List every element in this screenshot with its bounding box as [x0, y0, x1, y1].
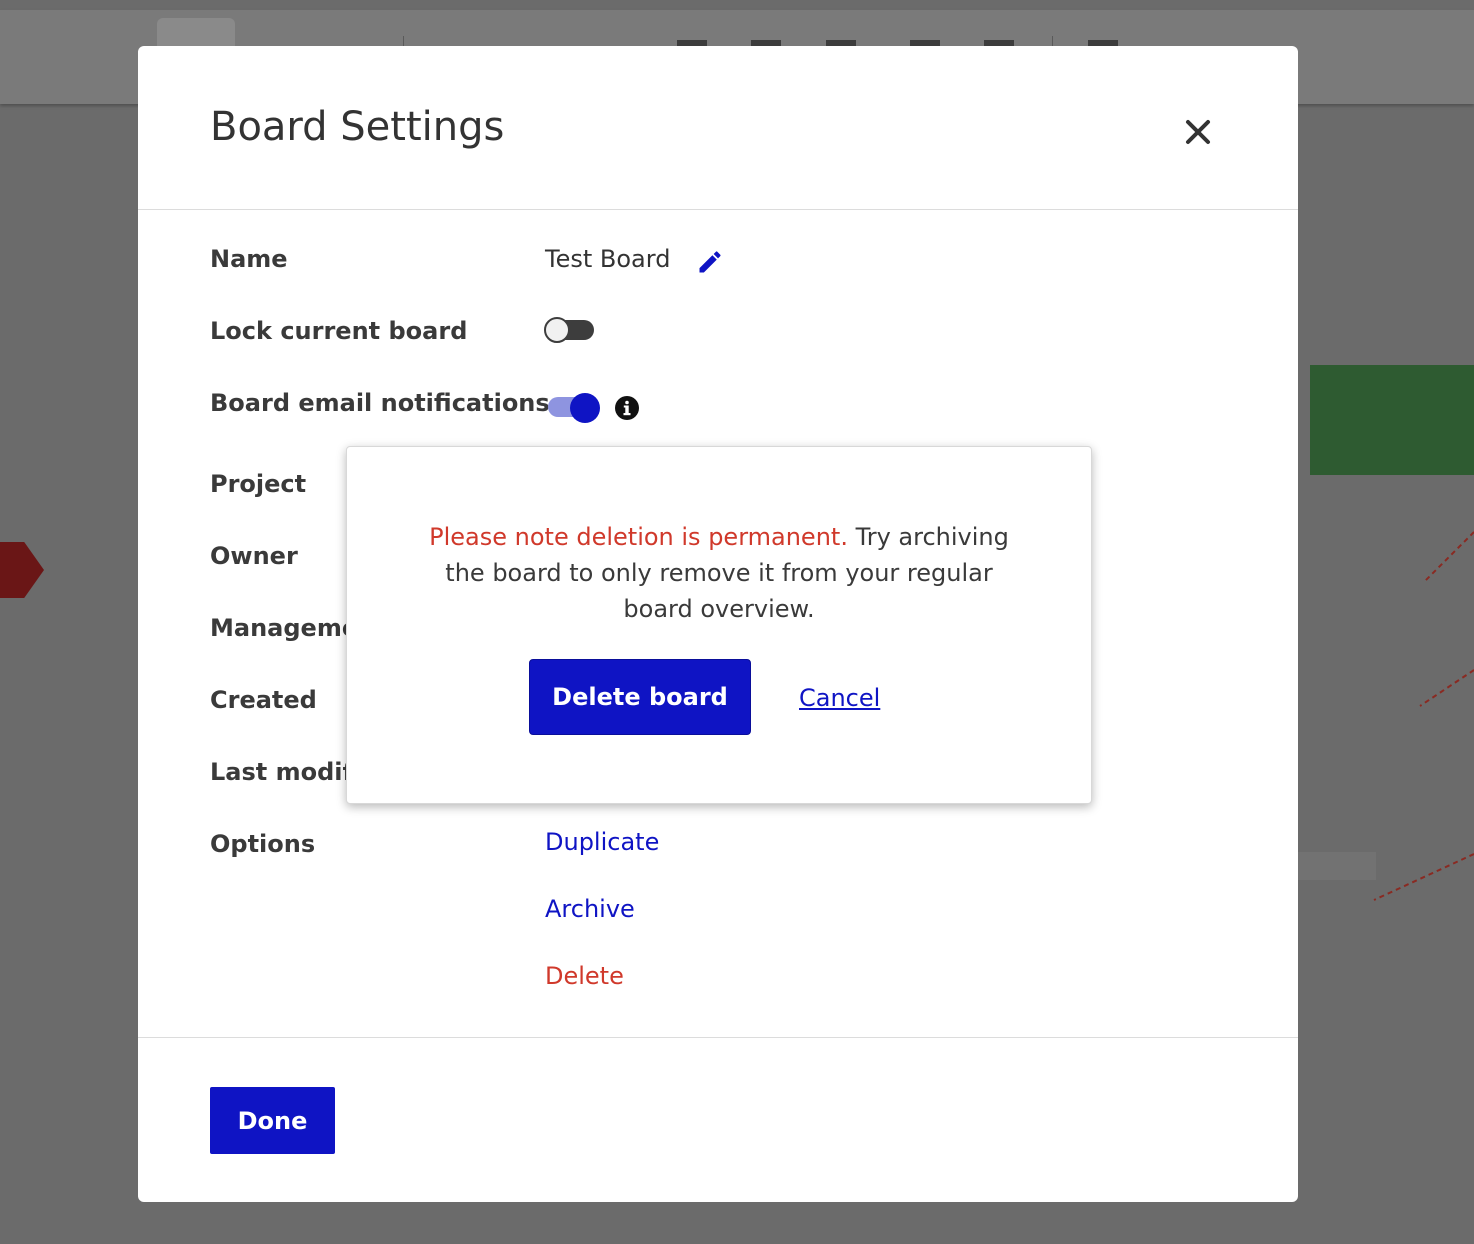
done-button[interactable]: Done [210, 1087, 335, 1154]
duplicate-link[interactable]: Duplicate [545, 827, 659, 857]
email-notifications-label: Board email notifications [210, 389, 550, 417]
board-name-value: Test Board [545, 245, 671, 273]
name-label: Name [210, 245, 288, 273]
lock-board-toggle[interactable] [544, 317, 596, 343]
dialog-title: Board Settings [210, 104, 505, 150]
close-button[interactable] [1178, 112, 1218, 152]
options-label: Options [210, 830, 316, 858]
info-icon[interactable] [614, 395, 640, 421]
delete-confirmation-popover: Please note deletion is permanent. Try a… [346, 446, 1092, 804]
dialog-header: Board Settings [138, 46, 1298, 210]
canvas-connector-arrows [1373, 531, 1474, 901]
cancel-link[interactable]: Cancel [799, 683, 880, 713]
delete-link[interactable]: Delete [545, 961, 624, 991]
project-label: Project [210, 470, 307, 498]
canvas-shape-red [0, 542, 44, 598]
confirmation-message: Please note deletion is permanent. Try a… [407, 519, 1031, 627]
archive-link[interactable]: Archive [545, 894, 635, 924]
email-notifications-toggle[interactable] [546, 393, 600, 423]
pencil-icon[interactable] [696, 248, 724, 276]
lock-board-label: Lock current board [210, 317, 468, 345]
toggle-knob [544, 317, 570, 343]
last-modified-label: Last modifi [210, 758, 361, 786]
toggle-knob [570, 393, 600, 423]
canvas-shape-green [1310, 365, 1474, 475]
created-label: Created [210, 686, 317, 714]
owner-label: Owner [210, 542, 298, 570]
delete-board-button[interactable]: Delete board [529, 659, 751, 735]
close-icon [1186, 120, 1210, 144]
deletion-warning: Please note deletion is permanent. [429, 523, 848, 551]
management-label: Manageme [210, 614, 359, 642]
